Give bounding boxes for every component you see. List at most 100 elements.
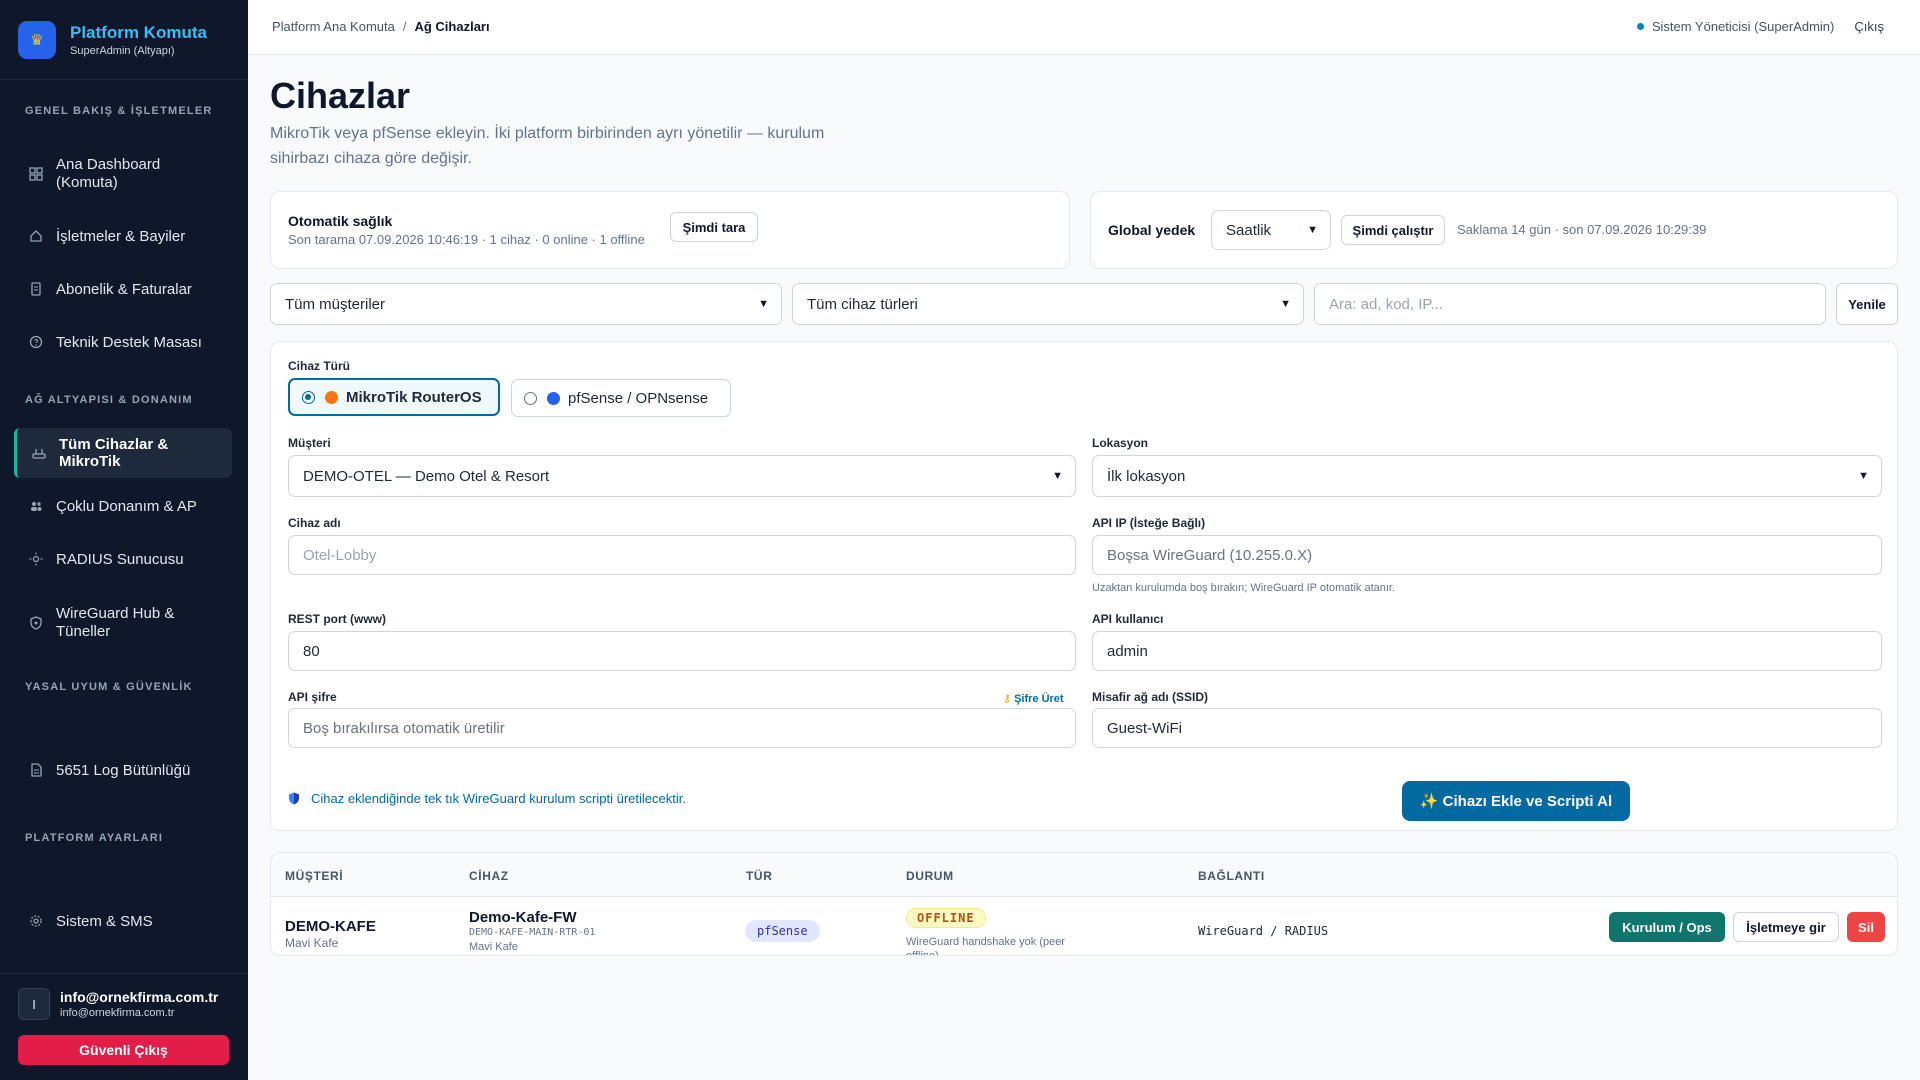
device-type-label: Cihaz Türü <box>288 359 350 373</box>
sidebar-item-subscriptions[interactable]: Abonelik & Faturalar <box>14 279 232 299</box>
radio-mikrotik[interactable]: MikroTik RouterOS <box>288 378 500 416</box>
router-icon <box>31 445 47 461</box>
api-user-value: admin <box>1107 642 1148 660</box>
rest-port-label: REST port (www) <box>288 612 386 626</box>
sidebar-item-label: 5651 Log Bütünlüğü <box>56 761 191 779</box>
chevron-down-icon: ▼ <box>1307 224 1318 236</box>
backup-info: Saklama 14 gün · son 07.09.2026 10:29:39 <box>1457 222 1707 237</box>
column-header-status: DURUM <box>906 869 954 883</box>
ssid-value: Guest-WiFi <box>1107 719 1182 737</box>
sidebar-item-hardware[interactable]: Çoklu Donanım & AP <box>14 496 232 516</box>
mikrotik-icon <box>325 390 338 404</box>
grid-icon <box>28 166 44 182</box>
nav-section-network: AĞ ALTYAPISI & DONANIM <box>25 394 193 406</box>
scan-now-button[interactable]: Şimdi tara <box>670 212 758 242</box>
table-header: MÜŞTERİ CİHAZ TÜR DURUM BAĞLANTI <box>271 853 1897 897</box>
sidebar-item-wireguard[interactable]: WireGuard Hub & Tüneller <box>14 602 232 644</box>
topbar: Platform Ana Komuta / Ağ Cihazları Sistem … <box>248 0 1920 55</box>
enter-business-button[interactable]: İşletmeye gir <box>1733 912 1839 942</box>
add-device-form: Cihaz Türü MikroTik RouterOS pfSense / O… <box>270 341 1898 831</box>
gear-icon <box>28 913 44 929</box>
api-ip-input[interactable]: Boşsa WireGuard (10.255.0.X) <box>1092 535 1882 575</box>
sidebar-item-label: WireGuard Hub & Tüneller <box>56 605 175 640</box>
key-icon: ⚷ <box>1003 693 1012 705</box>
breadcrumb: Platform Ana Komuta / Ağ Cihazları <box>272 19 490 34</box>
refresh-button[interactable]: Yenile <box>1836 283 1898 325</box>
api-ip-hint: Uzaktan kurulumda boş bırakın; WireGuard… <box>1092 582 1396 594</box>
status-note: WireGuard handshake yok (peer offline) <box>906 936 1065 956</box>
sparkle-icon: ✨ <box>1419 793 1439 810</box>
radio-checked-icon <box>302 390 315 404</box>
health-title: Otomatik sağlık <box>288 213 393 229</box>
api-ip-placeholder: Boşsa WireGuard (10.255.0.X) <box>1107 546 1313 564</box>
document-icon <box>28 281 44 297</box>
device-type-filter-select[interactable]: Tüm cihaz türleri ▼ <box>792 283 1304 325</box>
run-backup-button[interactable]: Şimdi çalıştır <box>1341 215 1445 245</box>
sidebar-item-support[interactable]: Teknik Destek Masası <box>14 332 232 352</box>
chevron-down-icon: ▼ <box>1858 470 1869 482</box>
delete-button[interactable]: Sil <box>1847 912 1885 942</box>
customer-select[interactable]: DEMO-OTEL — Demo Otel & Resort ▼ <box>288 455 1076 497</box>
user-name: info@ornekfirma.com.tr <box>60 989 219 1005</box>
sidebar-item-system[interactable]: Sistem & SMS <box>14 911 232 931</box>
user-profile: I info@ornekfirma.com.tr info@ornekfirma… <box>18 988 218 1020</box>
radio-pfsense-label: pfSense / OPNsense <box>568 389 709 407</box>
device-name-input[interactable]: Otel-Lobby <box>288 535 1076 575</box>
secure-logout-button[interactable]: Güvenli Çıkış <box>18 1035 229 1065</box>
location-select[interactable]: İlk lokasyon ▼ <box>1092 455 1882 497</box>
rest-port-value: 80 <box>303 642 320 660</box>
file-icon <box>28 762 44 778</box>
sidebar-divider <box>0 973 248 974</box>
chevron-down-icon: ▼ <box>1052 470 1063 482</box>
nav-section-platform: PLATFORM AYARLARI <box>25 832 164 844</box>
column-header-customer: MÜŞTERİ <box>285 869 344 883</box>
customer-filter-select[interactable]: Tüm müşteriler ▼ <box>270 283 782 325</box>
customer-select-value: DEMO-OTEL — Demo Otel & Resort <box>303 467 550 485</box>
sidebar-item-radius[interactable]: RADIUS Sunucusu <box>14 549 232 569</box>
sidebar-item-logs[interactable]: 5651 Log Bütünlüğü <box>14 760 232 780</box>
pfsense-icon <box>547 391 560 405</box>
health-card: Otomatik sağlık Son tarama 07.09.2026 10… <box>270 191 1070 269</box>
api-user-input[interactable]: admin <box>1092 631 1882 671</box>
generate-password-link[interactable]: ⚷ Şifre Üret <box>1003 692 1064 706</box>
backup-title: Global yedek <box>1108 222 1196 238</box>
home-icon <box>28 228 44 244</box>
wireguard-note-text: Cihaz eklendiğinde tek tık WireGuard kur… <box>311 791 686 806</box>
ssid-input[interactable]: Guest-WiFi <box>1092 708 1882 748</box>
search-input[interactable]: Ara: ad, kod, IP... <box>1314 283 1826 325</box>
wireguard-note: Cihaz eklendiğinde tek tık WireGuard kur… <box>288 791 686 806</box>
setup-ops-button[interactable]: Kurulum / Ops <box>1609 912 1725 942</box>
row-device-sub: Mavi Kafe <box>469 941 518 953</box>
sidebar-item-label: Sistem & SMS <box>56 912 153 930</box>
backup-card: Global yedek Saatlik ▼ Şimdi çalıştır Sa… <box>1090 191 1898 269</box>
sun-icon <box>28 551 44 567</box>
search-placeholder: Ara: ad, kod, IP... <box>1329 295 1443 313</box>
sidebar-item-dashboard[interactable]: Ana Dashboard (Komuta) <box>14 153 232 195</box>
device-name-placeholder: Otel-Lobby <box>303 546 377 564</box>
nav-section-overview: GENEL BAKIŞ & İŞLETMELER <box>25 105 213 117</box>
sidebar-item-devices[interactable]: Tüm Cihazlar & MikroTik <box>14 428 232 478</box>
sidebar-item-label: Teknik Destek Masası <box>56 333 202 351</box>
sidebar-item-label: İşletmeler & Bayiler <box>56 227 186 245</box>
radio-pfsense[interactable]: pfSense / OPNsense <box>511 379 731 417</box>
status-user: Sistem Yöneticisi (SuperAdmin) <box>1651 19 1835 34</box>
sidebar-item-businesses[interactable]: İşletmeler & Bayiler <box>14 226 232 246</box>
users-icon <box>28 498 44 514</box>
api-password-input[interactable]: Boş bırakılırsa otomatik üretilir <box>288 708 1076 748</box>
radio-mikrotik-label: MikroTik RouterOS <box>346 388 482 406</box>
sidebar-item-label: RADIUS Sunucusu <box>56 550 184 568</box>
customer-label: Müşteri <box>288 436 331 450</box>
row-customer-sub: Mavi Kafe <box>285 936 339 950</box>
logout-link[interactable]: Çıkış <box>1854 19 1884 34</box>
avatar: I <box>18 988 50 1020</box>
row-connection: WireGuard / RADIUS <box>1198 924 1329 938</box>
rest-port-input[interactable]: 80 <box>288 631 1076 671</box>
table-row: DEMO-KAFE Mavi Kafe Demo-Kafe-FW DEMO-KA… <box>271 897 1897 956</box>
api-ip-label: API IP (İsteğe Bağlı) <box>1092 516 1206 530</box>
breadcrumb-root[interactable]: Platform Ana Komuta <box>272 19 395 34</box>
add-device-submit-button[interactable]: ✨ Cihazı Ekle ve Scripti Al <box>1402 781 1630 821</box>
sidebar-item-label: Tüm Cihazlar & MikroTik <box>59 436 169 470</box>
row-device-name: Demo-Kafe-FW <box>469 909 577 926</box>
row-customer: DEMO-KAFE <box>285 918 376 935</box>
backup-frequency-select[interactable]: Saatlik ▼ <box>1211 210 1331 250</box>
